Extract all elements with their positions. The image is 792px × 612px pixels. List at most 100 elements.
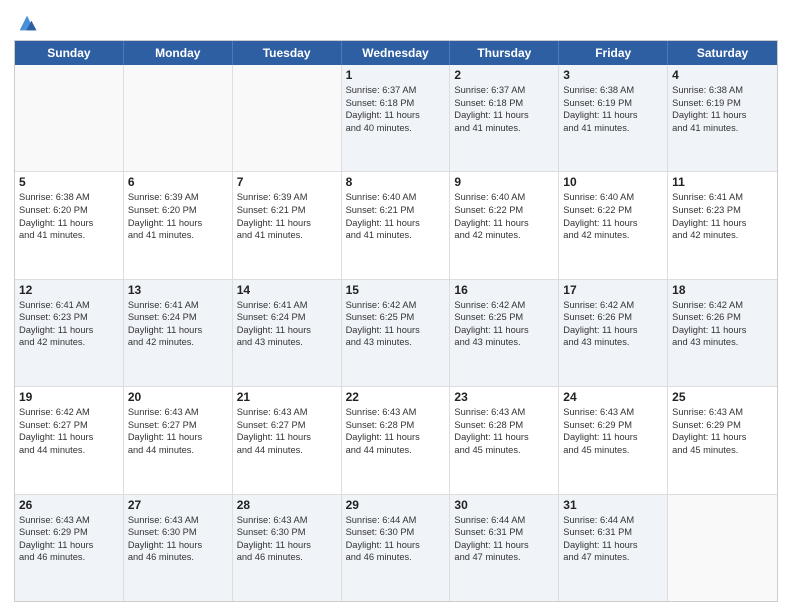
header-cell-wednesday: Wednesday [342,41,451,65]
daylight-text-2: and 41 minutes. [128,229,228,242]
day-number: 22 [346,390,446,404]
daylight-text-1: Daylight: 11 hours [237,324,337,337]
calendar-header-row: SundayMondayTuesdayWednesdayThursdayFrid… [15,41,777,65]
week-row-4: 26Sunrise: 6:43 AMSunset: 6:29 PMDayligh… [15,495,777,601]
day-cell-21: 21Sunrise: 6:43 AMSunset: 6:27 PMDayligh… [233,387,342,493]
day-cell-9: 9Sunrise: 6:40 AMSunset: 6:22 PMDaylight… [450,172,559,278]
day-number: 26 [19,498,119,512]
daylight-text-2: and 42 minutes. [128,336,228,349]
sunrise-text: Sunrise: 6:43 AM [672,406,773,419]
sunrise-text: Sunrise: 6:41 AM [128,299,228,312]
day-cell-26: 26Sunrise: 6:43 AMSunset: 6:29 PMDayligh… [15,495,124,601]
daylight-text-1: Daylight: 11 hours [237,217,337,230]
sunrise-text: Sunrise: 6:44 AM [346,514,446,527]
header-cell-sunday: Sunday [15,41,124,65]
daylight-text-1: Daylight: 11 hours [346,431,446,444]
daylight-text-2: and 47 minutes. [454,551,554,564]
day-cell-13: 13Sunrise: 6:41 AMSunset: 6:24 PMDayligh… [124,280,233,386]
daylight-text-1: Daylight: 11 hours [128,217,228,230]
logo [14,14,38,34]
daylight-text-1: Daylight: 11 hours [237,539,337,552]
daylight-text-1: Daylight: 11 hours [19,539,119,552]
sunset-text: Sunset: 6:31 PM [454,526,554,539]
header-cell-friday: Friday [559,41,668,65]
daylight-text-1: Daylight: 11 hours [19,217,119,230]
daylight-text-1: Daylight: 11 hours [346,324,446,337]
daylight-text-1: Daylight: 11 hours [672,217,773,230]
sunset-text: Sunset: 6:28 PM [346,419,446,432]
sunset-text: Sunset: 6:22 PM [454,204,554,217]
week-row-0: 1Sunrise: 6:37 AMSunset: 6:18 PMDaylight… [15,65,777,172]
daylight-text-1: Daylight: 11 hours [346,539,446,552]
daylight-text-2: and 41 minutes. [672,122,773,135]
sunset-text: Sunset: 6:19 PM [672,97,773,110]
daylight-text-1: Daylight: 11 hours [454,431,554,444]
daylight-text-1: Daylight: 11 hours [454,539,554,552]
daylight-text-2: and 44 minutes. [19,444,119,457]
day-cell-24: 24Sunrise: 6:43 AMSunset: 6:29 PMDayligh… [559,387,668,493]
daylight-text-2: and 45 minutes. [672,444,773,457]
day-cell-5: 5 Sunrise: 6:38 AMSunset: 6:20 PMDaylight… [15,172,124,278]
day-cell-7: 7Sunrise: 6:39 AMSunset: 6:21 PMDaylight… [233,172,342,278]
sunset-text: Sunset: 6:27 PM [19,419,119,432]
daylight-text-2: and 42 minutes. [672,229,773,242]
sunrise-text: Sunrise: 6:41 AM [237,299,337,312]
week-row-3: 19Sunrise: 6:42 AMSunset: 6:27 PMDayligh… [15,387,777,494]
header-cell-thursday: Thursday [450,41,559,65]
day-number: 28 [237,498,337,512]
day-number: 11 [672,175,773,189]
daylight-text-2: and 42 minutes. [563,229,663,242]
daylight-text-2: and 41 minutes. [237,229,337,242]
day-cell-14: 14Sunrise: 6:41 AMSunset: 6:24 PMDayligh… [233,280,342,386]
header-cell-tuesday: Tuesday [233,41,342,65]
daylight-text-2: and 46 minutes. [128,551,228,564]
day-number: 13 [128,283,228,297]
daylight-text-2: and 47 minutes. [563,551,663,564]
day-cell-29: 29Sunrise: 6:44 AMSunset: 6:30 PMDayligh… [342,495,451,601]
day-number: 7 [237,175,337,189]
daylight-text-1: Daylight: 11 hours [672,109,773,122]
day-number: 18 [672,283,773,297]
daylight-text-1: Daylight: 11 hours [563,324,663,337]
daylight-text-2: and 41 minutes. [346,229,446,242]
sunrise-text: Sunrise: 6:43 AM [19,514,119,527]
day-number: 25 [672,390,773,404]
daylight-text-2: and 43 minutes. [672,336,773,349]
sunset-text: Sunset: 6:18 PM [454,97,554,110]
day-number: 31 [563,498,663,512]
daylight-text-1: Daylight: 11 hours [563,109,663,122]
daylight-text-1: Daylight: 11 hours [563,217,663,230]
sunrise-text: Sunrise: 6:37 AM [346,84,446,97]
daylight-text-1: Daylight: 11 hours [672,324,773,337]
sunrise-text: Sunrise: 6:43 AM [237,406,337,419]
day-cell-4: 4Sunrise: 6:38 AMSunset: 6:19 PMDaylight… [668,65,777,171]
sunrise-text: Sunrise: 6:38 AM [19,191,119,204]
day-number: 5 [19,175,119,189]
day-number: 10 [563,175,663,189]
day-cell-18: 18Sunrise: 6:42 AMSunset: 6:26 PMDayligh… [668,280,777,386]
sunrise-text: Sunrise: 6:41 AM [672,191,773,204]
day-number: 17 [563,283,663,297]
sunset-text: Sunset: 6:20 PM [19,204,119,217]
empty-cell [668,495,777,601]
daylight-text-1: Daylight: 11 hours [19,324,119,337]
daylight-text-1: Daylight: 11 hours [346,109,446,122]
daylight-text-2: and 43 minutes. [237,336,337,349]
day-cell-30: 30Sunrise: 6:44 AMSunset: 6:31 PMDayligh… [450,495,559,601]
sunset-text: Sunset: 6:21 PM [237,204,337,217]
daylight-text-1: Daylight: 11 hours [454,324,554,337]
sunrise-text: Sunrise: 6:41 AM [19,299,119,312]
week-row-1: 5Sunrise: 6:38 AMSunset: 6:20 PMDaylight… [15,172,777,279]
day-cell-27: 27Sunrise: 6:43 AMSunset: 6:30 PMDayligh… [124,495,233,601]
day-cell-17: 17Sunrise: 6:42 AMSunset: 6:26 PMDayligh… [559,280,668,386]
day-cell-3: 3Sunrise: 6:38 AMSunset: 6:19 PMDaylight… [559,65,668,171]
daylight-text-1: Daylight: 11 hours [672,431,773,444]
daylight-text-2: and 40 minutes. [346,122,446,135]
day-cell-12: 12Sunrise: 6:41 AMSunset: 6:23 PMDayligh… [15,280,124,386]
day-number: 20 [128,390,228,404]
page: SundayMondayTuesdayWednesdayThursdayFrid… [0,0,792,612]
daylight-text-2: and 41 minutes. [454,122,554,135]
sunset-text: Sunset: 6:24 PM [237,311,337,324]
day-cell-15: 15Sunrise: 6:42 AMSunset: 6:25 PMDayligh… [342,280,451,386]
daylight-text-2: and 42 minutes. [454,229,554,242]
